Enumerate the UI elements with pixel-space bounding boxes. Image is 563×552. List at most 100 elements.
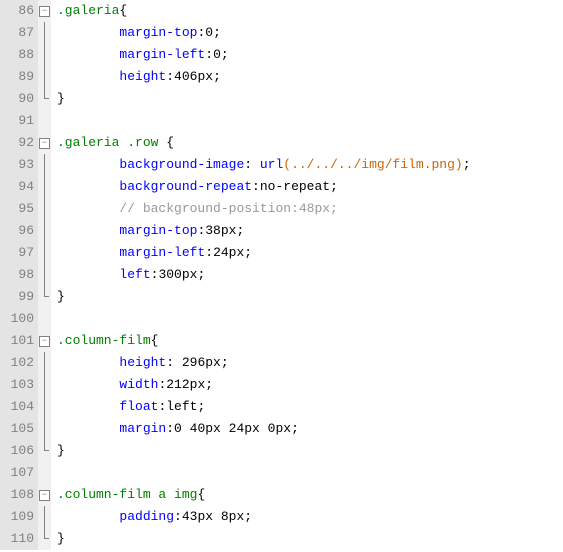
token-num: 38px <box>205 223 236 238</box>
code-content[interactable]: left:300px; <box>51 264 205 286</box>
fold-toggle-icon[interactable]: − <box>39 490 50 501</box>
token-num: 0 40px 24px 0px <box>174 421 291 436</box>
fold-gutter <box>38 176 51 198</box>
code-content[interactable]: } <box>51 440 65 462</box>
token-prop: float <box>119 399 158 414</box>
fold-toggle-icon[interactable]: − <box>39 336 50 347</box>
token-prop: height <box>119 69 166 84</box>
token-num: no-repeat <box>260 179 330 194</box>
code-line[interactable]: 90} <box>0 88 563 110</box>
code-line[interactable]: 86−.galeria{ <box>0 0 563 22</box>
code-line[interactable]: 107 <box>0 462 563 484</box>
line-number: 103 <box>0 374 38 396</box>
token-cmt: // background-position:48px; <box>119 201 337 216</box>
code-line[interactable]: 102 height: 296px; <box>0 352 563 374</box>
code-content[interactable]: float:left; <box>51 396 205 418</box>
fold-gutter[interactable]: − <box>38 132 51 154</box>
fold-gutter[interactable]: − <box>38 330 51 352</box>
fold-toggle-icon[interactable]: − <box>39 6 50 17</box>
line-number: 96 <box>0 220 38 242</box>
code-content[interactable]: .column-film a img{ <box>51 484 205 506</box>
code-content[interactable]: // background-position:48px; <box>51 198 338 220</box>
code-content[interactable]: margin:0 40px 24px 0px; <box>51 418 299 440</box>
code-content[interactable]: .galeria{ <box>51 0 127 22</box>
code-content[interactable]: } <box>51 88 65 110</box>
code-line[interactable]: 106} <box>0 440 563 462</box>
code-line[interactable]: 100 <box>0 308 563 330</box>
code-content[interactable]: margin-left:0; <box>51 44 229 66</box>
code-content[interactable]: background-repeat:no-repeat; <box>51 176 338 198</box>
code-line[interactable]: 89 height:406px; <box>0 66 563 88</box>
code-line[interactable]: 96 margin-top:38px; <box>0 220 563 242</box>
code-editor[interactable]: 86−.galeria{87 margin-top:0;88 margin-le… <box>0 0 563 550</box>
token-sel: .galeria <box>57 3 119 18</box>
fold-gutter <box>38 506 51 528</box>
code-line[interactable]: 87 margin-top:0; <box>0 22 563 44</box>
code-line[interactable]: 91 <box>0 110 563 132</box>
code-content[interactable]: padding:43px 8px; <box>51 506 252 528</box>
token-prop: margin <box>119 421 166 436</box>
line-number: 102 <box>0 352 38 374</box>
code-content[interactable]: margin-top:0; <box>51 22 221 44</box>
token-sel: .galeria .row <box>57 135 166 150</box>
code-line[interactable]: 97 margin-left:24px; <box>0 242 563 264</box>
token-punct: ; <box>197 267 205 282</box>
code-content[interactable]: height: 296px; <box>51 352 229 374</box>
fold-toggle-icon[interactable]: − <box>39 138 50 149</box>
fold-gutter[interactable]: − <box>38 484 51 506</box>
code-line[interactable]: 98 left:300px; <box>0 264 563 286</box>
token-punct: ; <box>330 179 338 194</box>
code-line[interactable]: 99} <box>0 286 563 308</box>
code-line[interactable]: 92−.galeria .row { <box>0 132 563 154</box>
code-content[interactable]: .galeria .row { <box>51 132 174 154</box>
fold-gutter <box>38 286 51 308</box>
code-content[interactable]: margin-top:38px; <box>51 220 244 242</box>
token-urlv: ) <box>455 157 463 172</box>
token-punct: ; <box>236 223 244 238</box>
code-line[interactable]: 95 // background-position:48px; <box>0 198 563 220</box>
code-content[interactable]: .column-film{ <box>51 330 158 352</box>
code-line[interactable]: 110} <box>0 528 563 550</box>
token-punct: ; <box>213 25 221 40</box>
token-punct: ; <box>213 69 221 84</box>
code-line[interactable]: 109 padding:43px 8px; <box>0 506 563 528</box>
token-punct: { <box>166 135 174 150</box>
code-content[interactable]: background-image: url(../../../img/film.… <box>51 154 471 176</box>
code-content[interactable]: height:406px; <box>51 66 221 88</box>
fold-gutter <box>38 110 51 132</box>
token-num: left <box>166 399 197 414</box>
token-prop: padding <box>119 509 174 524</box>
code-line[interactable]: 104 float:left; <box>0 396 563 418</box>
token-urlv: ../../../img/film.png <box>291 157 455 172</box>
code-content[interactable]: } <box>51 286 65 308</box>
line-number: 91 <box>0 110 38 132</box>
code-line[interactable]: 108−.column-film a img{ <box>0 484 563 506</box>
token-punct: ; <box>291 421 299 436</box>
token-num: 406px <box>174 69 213 84</box>
token-punct: : <box>205 47 213 62</box>
line-number: 107 <box>0 462 38 484</box>
code-line[interactable]: 103 width:212px; <box>0 374 563 396</box>
line-number: 92 <box>0 132 38 154</box>
line-number: 106 <box>0 440 38 462</box>
code-content[interactable]: width:212px; <box>51 374 213 396</box>
code-line[interactable]: 105 margin:0 40px 24px 0px; <box>0 418 563 440</box>
code-line[interactable]: 101−.column-film{ <box>0 330 563 352</box>
token-punct: } <box>57 531 65 546</box>
code-content[interactable]: margin-left:24px; <box>51 242 252 264</box>
line-number: 98 <box>0 264 38 286</box>
line-number: 108 <box>0 484 38 506</box>
line-number: 100 <box>0 308 38 330</box>
token-prop: margin-left <box>119 47 205 62</box>
code-line[interactable]: 88 margin-left:0; <box>0 44 563 66</box>
fold-gutter <box>38 66 51 88</box>
code-line[interactable]: 93 background-image: url(../../../img/fi… <box>0 154 563 176</box>
line-number: 97 <box>0 242 38 264</box>
fold-gutter[interactable]: − <box>38 0 51 22</box>
token-punct: : <box>166 421 174 436</box>
code-content[interactable]: } <box>51 528 65 550</box>
fold-gutter <box>38 374 51 396</box>
token-punct: { <box>197 487 205 502</box>
fold-gutter <box>38 440 51 462</box>
code-line[interactable]: 94 background-repeat:no-repeat; <box>0 176 563 198</box>
